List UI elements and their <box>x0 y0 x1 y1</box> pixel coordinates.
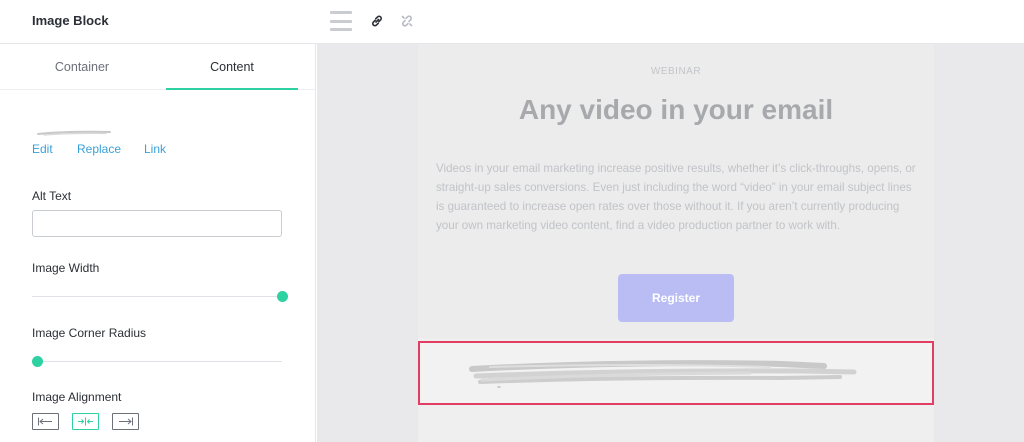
email-body-text: Videos in your email marketing increase … <box>436 162 916 232</box>
link-image-link[interactable]: Link <box>144 142 166 156</box>
align-center-button[interactable] <box>72 413 99 430</box>
slider-track <box>32 361 282 362</box>
align-right-button[interactable] <box>112 413 139 430</box>
block-title: Image Block <box>32 13 109 28</box>
alt-text-label: Alt Text <box>32 189 72 203</box>
alt-text-input[interactable] <box>32 210 282 237</box>
eyebrow-text: WEBINAR <box>650 66 702 77</box>
tab-container[interactable]: Container <box>16 44 148 90</box>
email-headline: Any video in your email <box>518 94 834 125</box>
scribble-image <box>469 360 857 388</box>
email-hero-section[interactable]: WEBINAR Any video in your email Videos i… <box>418 44 934 338</box>
corner-radius-slider[interactable] <box>32 356 286 368</box>
tab-content[interactable]: Content <box>166 44 298 90</box>
replace-image-link[interactable]: Replace <box>77 142 121 156</box>
image-width-slider[interactable] <box>32 291 288 303</box>
slider-track <box>32 296 282 297</box>
corner-radius-label: Image Corner Radius <box>32 326 147 340</box>
top-bar: Image Block <box>0 0 1024 44</box>
image-alignment-label: Image Alignment <box>32 390 122 404</box>
active-tab-indicator <box>166 88 298 90</box>
selected-image-block[interactable] <box>418 341 934 405</box>
align-right-icon <box>119 417 133 426</box>
email-canvas: WEBINAR Any video in your email Videos i… <box>317 44 1024 442</box>
sidebar-tabs: Container Content <box>0 44 316 90</box>
slider-handle[interactable] <box>32 356 43 367</box>
edit-image-link[interactable]: Edit <box>32 142 53 156</box>
hamburger-menu-icon[interactable] <box>329 10 353 32</box>
image-thumbnail[interactable] <box>36 124 116 142</box>
slider-handle[interactable] <box>277 291 288 302</box>
align-center-icon <box>78 417 93 426</box>
link-icon[interactable] <box>366 10 388 32</box>
image-width-label: Image Width <box>32 261 100 275</box>
tab-content-label: Content <box>210 60 254 74</box>
email-preview: WEBINAR Any video in your email Videos i… <box>418 44 934 442</box>
align-left-icon <box>38 417 52 426</box>
align-left-button[interactable] <box>32 413 59 430</box>
register-button[interactable]: Register <box>618 274 734 322</box>
properties-sidebar: Container Content Edit Replace Link Alt … <box>0 44 316 442</box>
unlink-icon[interactable] <box>396 10 418 32</box>
